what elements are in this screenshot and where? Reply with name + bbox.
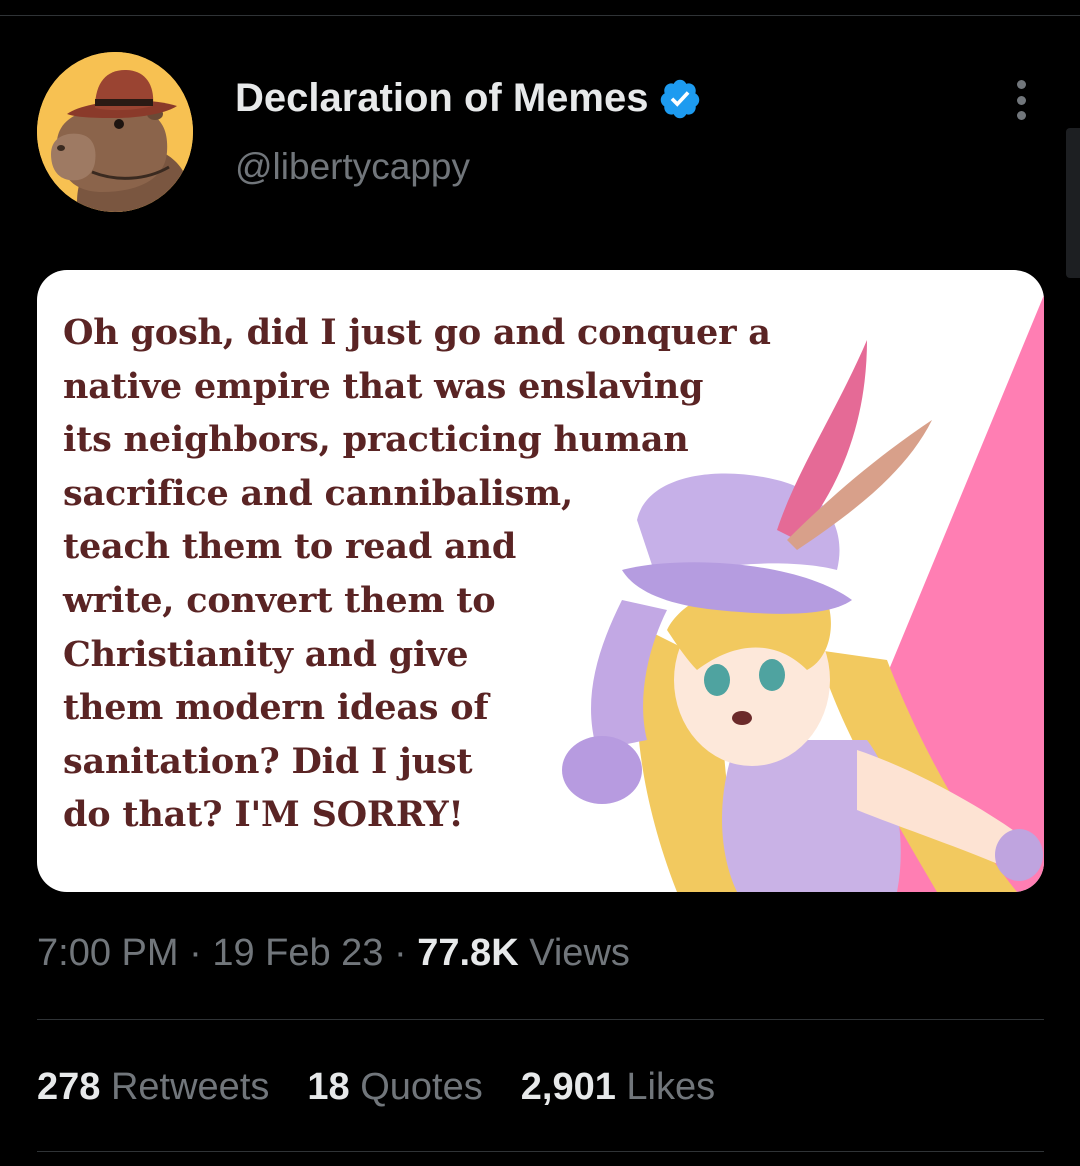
- stats-divider-bottom: [37, 1151, 1044, 1152]
- author-display-name[interactable]: Declaration of Memes: [235, 76, 702, 121]
- author-handle[interactable]: @libertycappy: [235, 146, 470, 188]
- author-name-text: Declaration of Memes: [235, 76, 649, 120]
- retweets-label: Retweets: [110, 1066, 270, 1108]
- capybara-cowboy-avatar-icon: [37, 52, 193, 212]
- engagement-stats: 278 Retweets 18 Quotes 2,901 Likes: [37, 1066, 715, 1109]
- meme-caption-text: Oh gosh, did I just go and conquer a nat…: [63, 312, 771, 836]
- quotes-label: Quotes: [360, 1066, 483, 1108]
- tweet-media-image[interactable]: Oh gosh, did I just go and conquer a nat…: [37, 270, 1044, 892]
- scrollbar-thumb[interactable]: [1066, 128, 1080, 278]
- more-dot-icon: [1016, 80, 1026, 89]
- quotes-stat[interactable]: 18 Quotes: [307, 1066, 482, 1109]
- top-divider: [0, 15, 1080, 16]
- views-label: Views: [529, 932, 630, 974]
- avatar[interactable]: [37, 52, 193, 212]
- likes-label: Likes: [626, 1066, 716, 1108]
- more-dot-icon: [1016, 111, 1026, 120]
- tweet-timestamp-row: 7:00 PM · 19 Feb 23 · 77.8K Views: [37, 932, 630, 975]
- views-count: 77.8K: [417, 932, 519, 974]
- retweets-count: 278: [37, 1066, 101, 1108]
- meta-separator: ·: [394, 932, 407, 974]
- tweet-time[interactable]: 7:00 PM: [37, 932, 179, 974]
- quotes-count: 18: [307, 1066, 350, 1108]
- more-options-button[interactable]: [1006, 78, 1036, 122]
- meta-separator: ·: [189, 932, 202, 974]
- verified-badge-icon: [658, 77, 702, 121]
- tweet-date[interactable]: 19 Feb 23: [212, 932, 383, 974]
- likes-count: 2,901: [520, 1066, 616, 1108]
- more-dot-icon: [1016, 95, 1026, 105]
- likes-stat[interactable]: 2,901 Likes: [521, 1066, 715, 1109]
- retweets-stat[interactable]: 278 Retweets: [37, 1066, 269, 1109]
- stats-divider-top: [37, 1019, 1044, 1020]
